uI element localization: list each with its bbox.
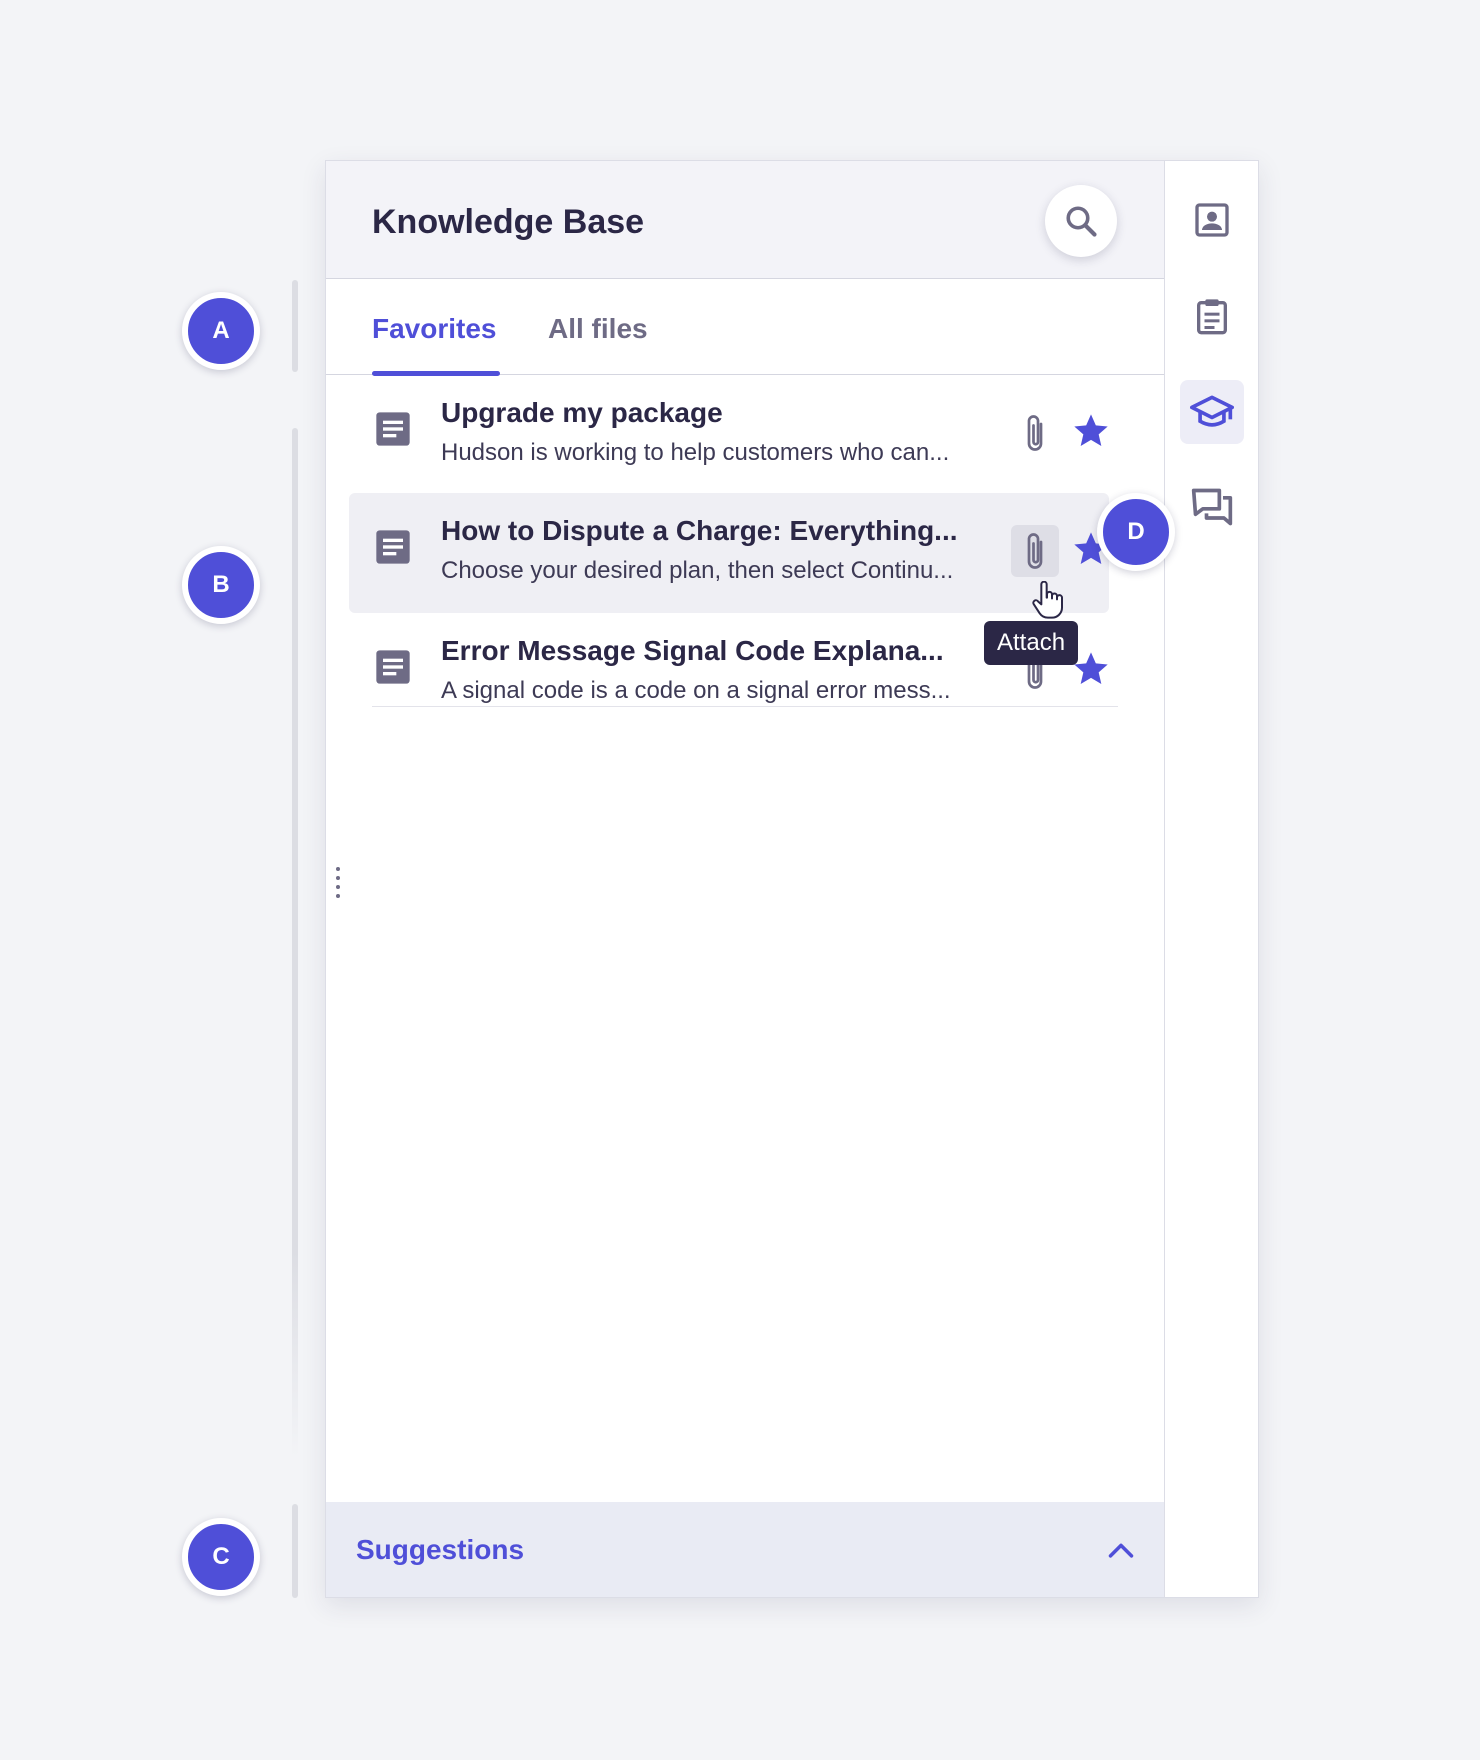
suggestions-label: Suggestions — [356, 1534, 525, 1565]
document-icon — [376, 530, 410, 564]
main-area: Knowledge Base Favorites All files Upgra… — [326, 161, 1165, 1597]
star-icon[interactable] — [1071, 411, 1111, 451]
article-description: Choose your desired plan, then select Co… — [441, 557, 954, 584]
search-icon — [1066, 206, 1097, 237]
rail-clipboard-button[interactable] — [1180, 284, 1244, 348]
side-rail — [1165, 161, 1258, 1597]
graduation-cap-icon — [1190, 395, 1234, 427]
list-divider — [372, 706, 1118, 707]
article-title: Error Message Signal Code Explana... — [441, 635, 944, 666]
rail-knowledge-base-button[interactable] — [1180, 380, 1244, 444]
rail-chat-button[interactable] — [1180, 475, 1244, 539]
attach-button[interactable] — [1011, 525, 1059, 577]
article-title: Upgrade my package — [441, 397, 723, 428]
rail-contact-button[interactable] — [1180, 188, 1244, 252]
attach-tooltip: Attach — [984, 621, 1079, 665]
attach-button[interactable] — [1011, 407, 1059, 459]
annotation-badge-d: D — [1097, 493, 1175, 571]
resize-handle[interactable] — [336, 867, 342, 903]
paperclip-icon — [1027, 415, 1043, 451]
chat-icon — [1191, 488, 1233, 526]
chevron-up-icon[interactable] — [1107, 1540, 1135, 1560]
annotation-badge-b: B — [182, 546, 260, 624]
contact-icon — [1195, 203, 1229, 237]
article-description: Hudson is working to help customers who … — [441, 439, 950, 466]
clipboard-icon — [1197, 299, 1227, 335]
annotation-badge-c: C — [182, 1518, 260, 1596]
hand-cursor-icon — [1032, 581, 1063, 619]
page-title: Knowledge Base — [372, 203, 645, 241]
knowledge-base-panel: Knowledge Base Favorites All files Upgra… — [325, 160, 1259, 1598]
article-description: A signal code is a code on a signal erro… — [441, 677, 951, 704]
suggestions-bar[interactable]: Suggestions — [326, 1502, 1164, 1597]
annotation-bracket-a — [292, 280, 298, 372]
document-icon — [376, 412, 410, 446]
tab-bar: Favorites All files — [326, 279, 1164, 376]
article-title: How to Dispute a Charge: Everything... — [441, 515, 958, 546]
paperclip-icon — [1027, 533, 1043, 569]
list-item[interactable]: How to Dispute a Charge: Everything... C… — [349, 493, 1109, 613]
tab-all-files[interactable]: All files — [548, 313, 648, 345]
annotation-badge-a: A — [182, 292, 260, 370]
annotation-bracket-b — [292, 428, 298, 1458]
list-item[interactable]: Upgrade my package Hudson is working to … — [349, 375, 1109, 495]
tab-favorites[interactable]: Favorites — [372, 313, 497, 345]
search-button[interactable] — [1045, 185, 1117, 257]
header: Knowledge Base — [326, 161, 1164, 279]
annotation-bracket-c — [292, 1504, 298, 1598]
document-icon — [376, 650, 410, 684]
